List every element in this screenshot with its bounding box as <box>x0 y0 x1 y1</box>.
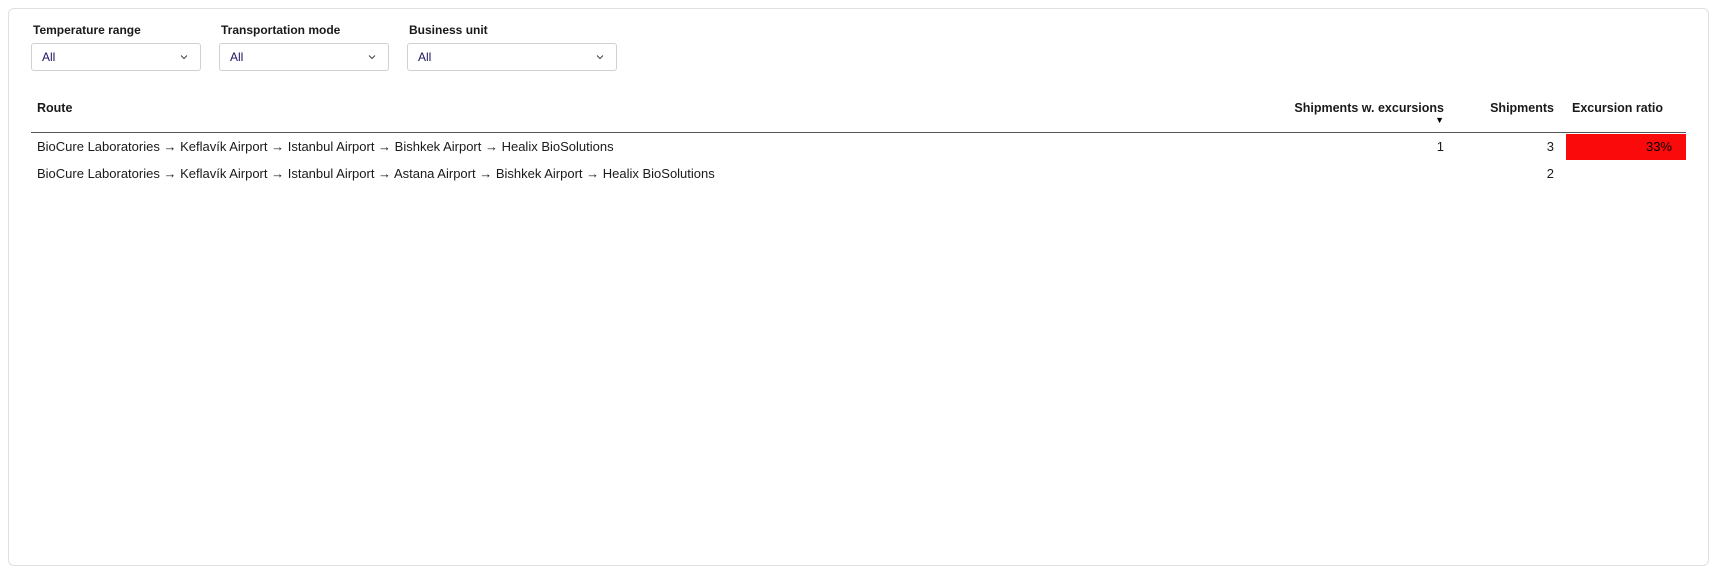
filter-transport-label: Transportation mode <box>219 23 389 37</box>
col-header-excursion-ratio[interactable]: Excursion ratio <box>1566 93 1686 133</box>
filter-transport-value: All <box>230 50 243 64</box>
table-header-row: Route Shipments w. excursions ▼ Shipment… <box>31 93 1686 133</box>
col-header-excursion-ratio-label: Excursion ratio <box>1572 101 1663 115</box>
filter-business-label: Business unit <box>407 23 617 37</box>
filter-business-value: All <box>418 50 431 64</box>
cell-shipments: 2 <box>1456 160 1566 187</box>
routes-table: Route Shipments w. excursions ▼ Shipment… <box>31 93 1686 187</box>
filter-business: Business unit All <box>407 23 617 71</box>
cell-excursion-ratio <box>1566 160 1686 187</box>
col-header-route[interactable]: Route <box>31 93 1286 133</box>
cell-shipments: 3 <box>1456 133 1566 161</box>
col-header-shipments-label: Shipments <box>1490 101 1554 115</box>
table-row[interactable]: BioCure Laboratories → Keflavík Airport … <box>31 160 1686 187</box>
filter-business-select[interactable]: All <box>407 43 617 71</box>
cell-shipments-excursions: 1 <box>1286 133 1456 161</box>
filters-row: Temperature range All Transportation mod… <box>31 23 1686 71</box>
col-header-route-label: Route <box>37 101 72 115</box>
col-header-shipments-excursions-label: Shipments w. excursions <box>1294 101 1444 115</box>
col-header-shipments[interactable]: Shipments <box>1456 93 1566 133</box>
sort-descending-icon: ▼ <box>1292 116 1444 124</box>
cell-route: BioCure Laboratories → Keflavík Airport … <box>31 133 1286 161</box>
chevron-down-icon <box>178 51 190 63</box>
col-header-shipments-excursions[interactable]: Shipments w. excursions ▼ <box>1286 93 1456 133</box>
filter-temperature-select[interactable]: All <box>31 43 201 71</box>
table-row[interactable]: BioCure Laboratories → Keflavík Airport … <box>31 133 1686 161</box>
filter-temperature-label: Temperature range <box>31 23 201 37</box>
cell-shipments-excursions <box>1286 160 1456 187</box>
filter-transport: Transportation mode All <box>219 23 389 71</box>
cell-route: BioCure Laboratories → Keflavík Airport … <box>31 160 1286 187</box>
chevron-down-icon <box>366 51 378 63</box>
filter-temperature-value: All <box>42 50 55 64</box>
filter-temperature: Temperature range All <box>31 23 201 71</box>
filter-transport-select[interactable]: All <box>219 43 389 71</box>
excursion-ratio-badge: 33% <box>1566 134 1686 160</box>
report-card: Temperature range All Transportation mod… <box>8 8 1709 566</box>
chevron-down-icon <box>594 51 606 63</box>
cell-excursion-ratio: 33% <box>1566 133 1686 161</box>
